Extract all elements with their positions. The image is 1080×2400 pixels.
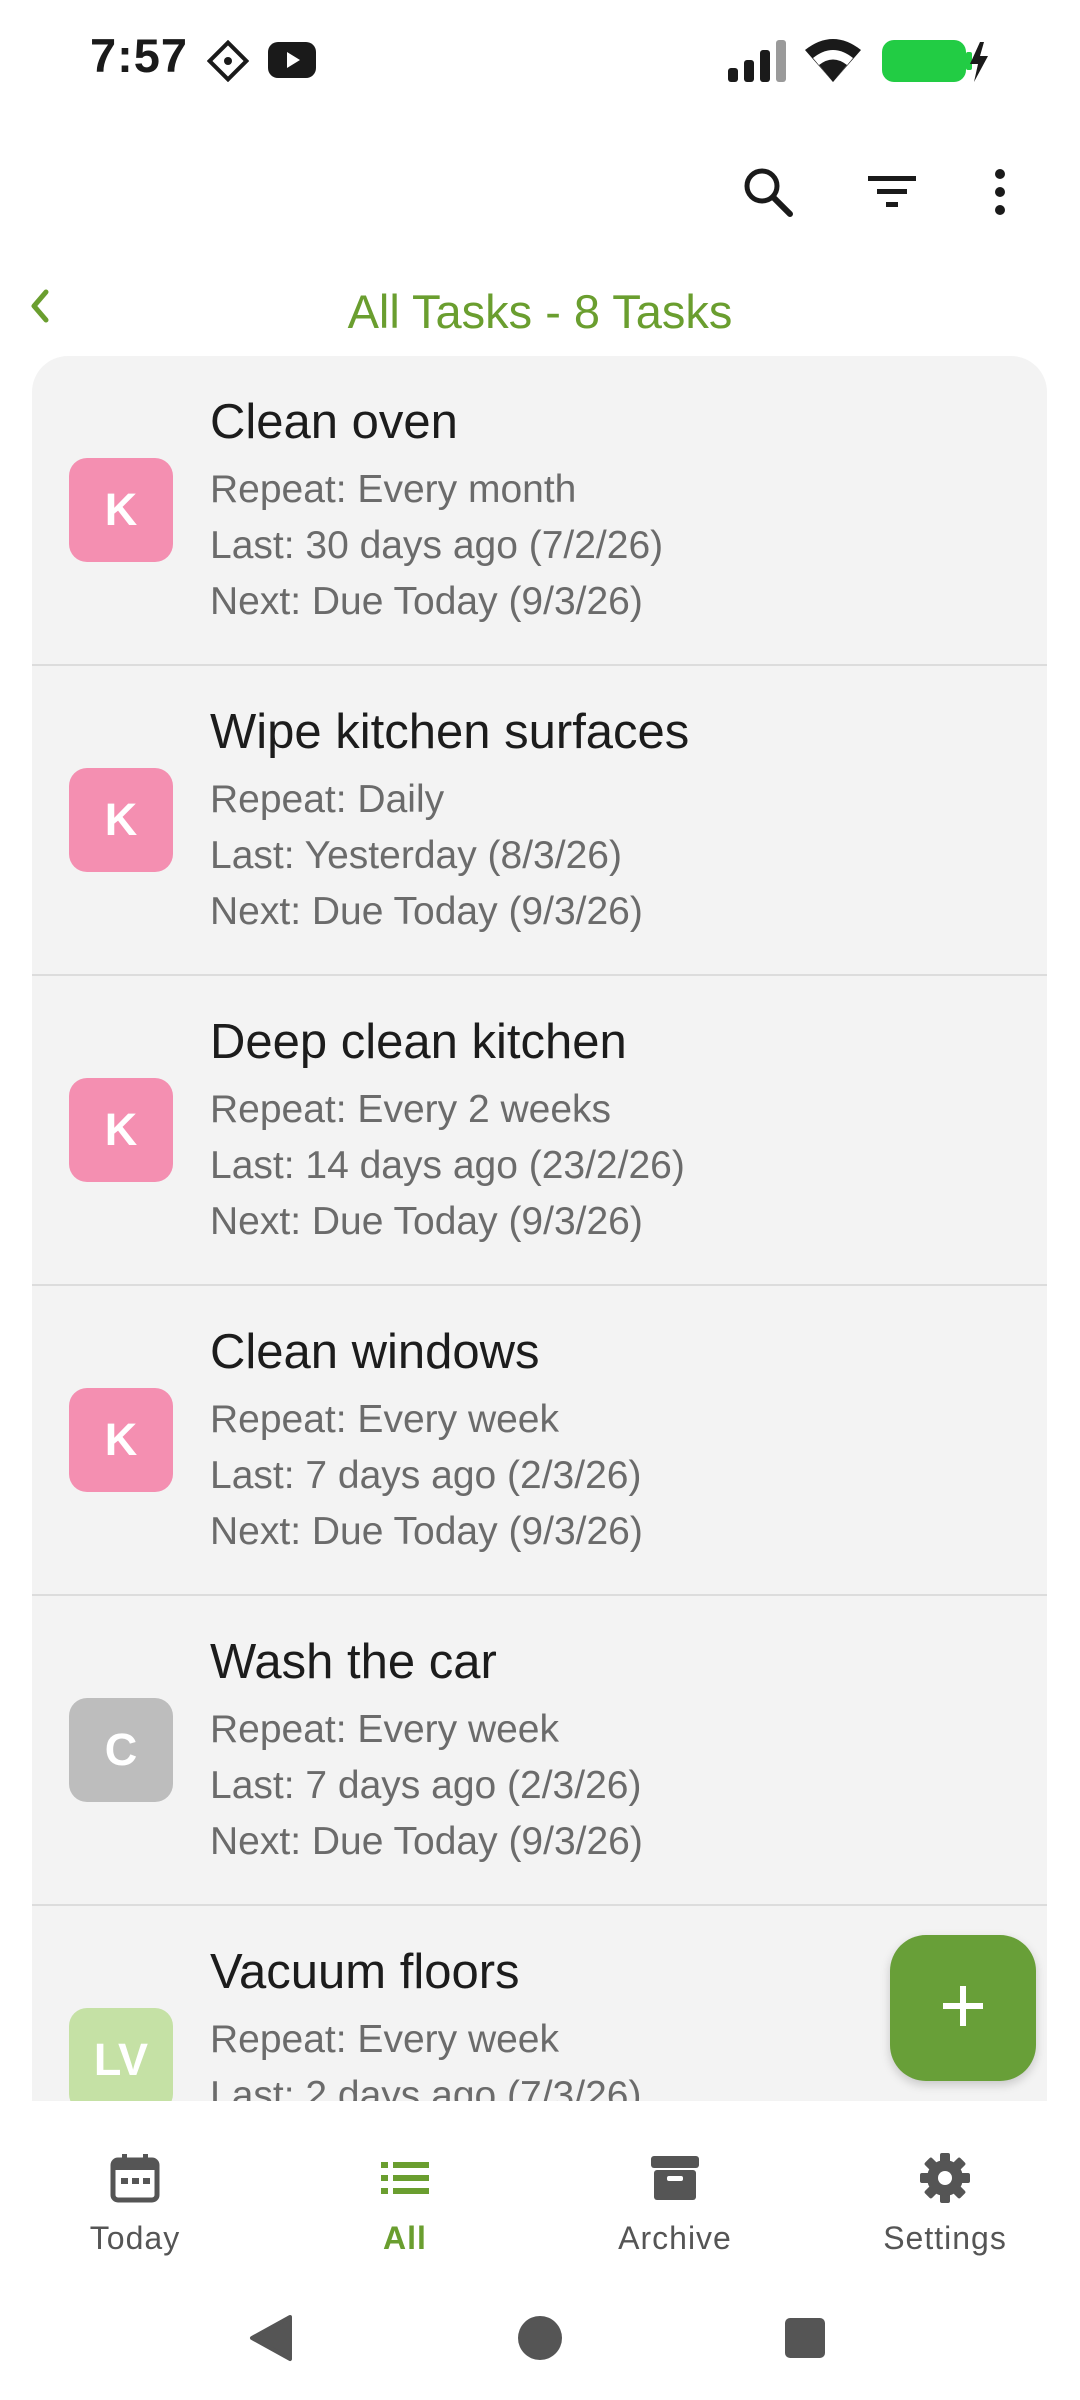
task-next: Next: Due Today (9/3/26) bbox=[210, 1820, 643, 1863]
task-last: Last: Yesterday (8/3/26) bbox=[210, 834, 622, 877]
plus-icon bbox=[941, 1984, 985, 2033]
task-title: Wash the car bbox=[210, 1635, 497, 1689]
task-avatar: K bbox=[69, 1388, 173, 1492]
task-row[interactable]: K Deep clean kitchen Repeat: Every 2 wee… bbox=[32, 976, 1047, 1286]
task-last: Last: 7 days ago (2/3/26) bbox=[210, 1764, 642, 1807]
notification-diamond-icon bbox=[206, 39, 250, 83]
nav-label-settings: Settings bbox=[883, 2220, 1007, 2256]
nav-item-settings[interactable]: Settings bbox=[810, 2120, 1080, 2275]
task-next: Next: Due Today (9/3/26) bbox=[210, 1200, 643, 1243]
task-title: Clean windows bbox=[210, 1325, 540, 1379]
task-next: Next: Due Today (9/3/26) bbox=[210, 1510, 643, 1553]
youtube-icon bbox=[268, 42, 316, 78]
archive-icon bbox=[645, 2148, 705, 2208]
nav-label-archive: Archive bbox=[618, 2220, 732, 2256]
task-title: Wipe kitchen surfaces bbox=[210, 705, 690, 759]
signal-icon bbox=[726, 38, 788, 84]
task-repeat: Repeat: Every month bbox=[210, 468, 577, 511]
filter-icon[interactable] bbox=[860, 160, 924, 224]
task-repeat: Repeat: Every 2 weeks bbox=[210, 1088, 612, 1131]
nav-label-today: Today bbox=[89, 2220, 181, 2256]
task-last: Last: 7 days ago (2/3/26) bbox=[210, 1454, 642, 1497]
calendar-icon bbox=[105, 2148, 165, 2208]
task-row[interactable]: C Wash the car Repeat: Every week Last: … bbox=[32, 1596, 1047, 1906]
add-task-button[interactable] bbox=[890, 1935, 1036, 2081]
task-repeat: Repeat: Every week bbox=[210, 1708, 560, 1751]
task-title: Vacuum floors bbox=[210, 1945, 520, 1999]
back-triangle-icon[interactable] bbox=[236, 2303, 306, 2373]
home-circle-icon[interactable] bbox=[505, 2303, 575, 2373]
nav-item-today[interactable]: Today bbox=[0, 2120, 270, 2275]
task-next: Next: Due Today (9/3/26) bbox=[210, 890, 643, 933]
more-vert-icon[interactable] bbox=[968, 160, 1032, 224]
wifi-icon bbox=[803, 36, 863, 86]
task-repeat: Repeat: Daily bbox=[210, 778, 445, 821]
task-repeat: Repeat: Every week bbox=[210, 1398, 560, 1441]
task-avatar: C bbox=[69, 1698, 173, 1802]
task-avatar: K bbox=[69, 458, 173, 562]
task-avatar: K bbox=[69, 768, 173, 872]
status-time: 7:57 bbox=[90, 29, 189, 82]
task-row[interactable]: K Clean oven Repeat: Every month Last: 3… bbox=[32, 356, 1047, 666]
nav-label-all: All bbox=[383, 2220, 427, 2256]
screen: 7:57 All Tasks - 8 Tasks K Clean oven Re… bbox=[0, 0, 1080, 2400]
task-last: Last: 30 days ago (7/2/26) bbox=[210, 524, 664, 567]
task-avatar: K bbox=[69, 1078, 173, 1182]
nav-item-all[interactable]: All bbox=[270, 2120, 540, 2275]
search-icon[interactable] bbox=[736, 160, 800, 224]
recents-square-icon[interactable] bbox=[770, 2303, 840, 2373]
bottom-nav: Today All Archive Settings bbox=[0, 2120, 1080, 2275]
task-last: Last: 14 days ago (23/2/26) bbox=[210, 1144, 685, 1187]
task-avatar: LV bbox=[69, 2008, 173, 2101]
page-title: All Tasks - 8 Tasks bbox=[347, 285, 733, 338]
task-repeat: Repeat: Every week bbox=[210, 2018, 560, 2061]
nav-item-archive[interactable]: Archive bbox=[540, 2120, 810, 2275]
system-nav-bar bbox=[0, 2275, 1080, 2400]
task-title: Deep clean kitchen bbox=[210, 1015, 627, 1069]
task-next: Next: Due Today (9/3/26) bbox=[210, 580, 643, 623]
battery-charging-icon bbox=[880, 38, 990, 84]
task-row[interactable]: K Wipe kitchen surfaces Repeat: Daily La… bbox=[32, 666, 1047, 976]
task-title: Clean oven bbox=[210, 395, 458, 449]
task-last: Last: 2 days ago (7/3/26) bbox=[210, 2074, 642, 2101]
list-icon bbox=[375, 2148, 435, 2208]
task-list[interactable]: K Clean oven Repeat: Every month Last: 3… bbox=[32, 356, 1047, 2101]
status-bar: 7:57 bbox=[0, 0, 1080, 120]
task-row[interactable]: K Clean windows Repeat: Every week Last:… bbox=[32, 1286, 1047, 1596]
gear-icon bbox=[915, 2148, 975, 2208]
